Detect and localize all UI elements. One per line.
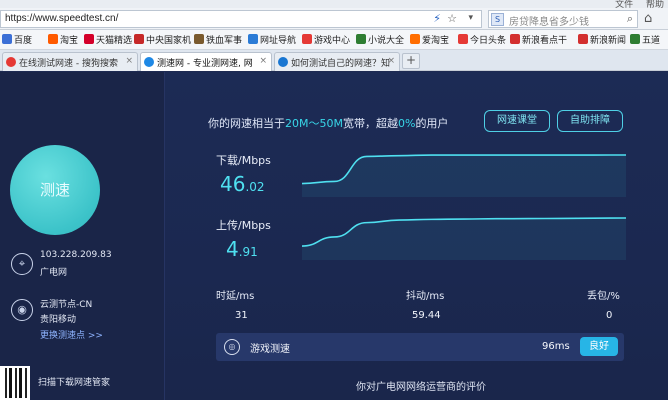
url-text[interactable]: https://www.speedtest.cn/ — [5, 13, 118, 24]
address-bar[interactable]: https://www.speedtest.cn/ ⚡ ☆ ▾ — [0, 10, 482, 28]
bookmark-icon — [410, 34, 420, 44]
speedtest-page: 测速 ⌖ 103.228.209.83 广电网 ◉ 云测节点-CN 贵阳移动 更… — [0, 72, 668, 400]
tab-label: 如何测试自己的网速？知 — [291, 59, 391, 69]
bookmark-item[interactable]: 百度 — [2, 33, 32, 46]
jitter-label: 抖动/ms — [406, 291, 445, 302]
start-test-button[interactable]: 测速 — [10, 145, 100, 235]
game-speed-label: 游戏测速 — [250, 344, 290, 355]
search-input[interactable]: 房贷降息省多少钱 — [509, 13, 589, 28]
tab-bar: 在线测试网速 - 搜狗搜索 × 测速网 - 专业测网速, 网 × 如何测试自己的… — [0, 50, 668, 71]
star-icon[interactable]: ☆ — [447, 12, 457, 25]
download-series-area — [302, 155, 626, 197]
download-label: 下载/Mbps — [216, 154, 271, 167]
bookmark-item[interactable]: 天猫精选 — [84, 33, 132, 46]
search-icon[interactable]: ⌕ — [627, 12, 633, 26]
close-icon[interactable]: × — [387, 56, 395, 66]
home-icon[interactable]: ⌂ — [644, 11, 652, 26]
speed-class-button[interactable]: 网速课堂 — [484, 110, 550, 132]
game-rating-badge[interactable]: 良好 — [580, 337, 618, 356]
upload-label: 上传/Mbps — [216, 219, 271, 232]
bookmark-icon — [84, 34, 94, 44]
bookmark-icon — [458, 34, 468, 44]
bookmark-item[interactable]: 网址导航 — [248, 33, 296, 46]
bookmark-icon — [248, 34, 258, 44]
new-tab-button[interactable]: + — [402, 53, 420, 69]
packet-loss-value: 0 — [606, 310, 613, 321]
tab-zhihu[interactable]: 如何测试自己的网速？知 × — [274, 52, 400, 71]
bookmark-item[interactable]: 铁血军事 — [194, 33, 242, 46]
game-speed-value: 96ms — [542, 341, 570, 352]
sogou-favicon-icon — [6, 57, 16, 67]
tab-sogou-search[interactable]: 在线测试网速 - 搜狗搜索 × — [2, 52, 138, 71]
bookmark-item[interactable]: 小说大全 — [356, 33, 404, 46]
qr-code-image — [0, 366, 30, 400]
result-headline: 你的网速相当于20M～50M宽带，超越0%的用户 — [208, 117, 449, 130]
tab-speedtest[interactable]: 测速网 - 专业测网速, 网 × — [140, 52, 272, 71]
tab-label: 在线测试网速 - 搜狗搜索 — [19, 59, 118, 69]
ip-address: 103.228.209.83 — [40, 250, 112, 260]
browser-menu-strip: 文件 帮助 — [0, 0, 668, 10]
upload-series-area — [302, 218, 626, 260]
upload-chart — [302, 217, 626, 260]
isp-evaluation-text: 你对广电网网络运营商的评价 — [356, 382, 486, 393]
zhihu-favicon-icon — [278, 57, 288, 67]
bookmark-icon — [134, 34, 144, 44]
game-speed-bar[interactable]: ◎ 游戏测速 96ms 良好 — [216, 333, 624, 361]
latency-label: 时延/ms — [216, 291, 255, 302]
bookmarks-bar: 百度 淘宝 天猫精选 中央国家机 铁血军事 网址导航 游戏中心 小说大全 爱淘宝… — [0, 30, 668, 50]
bookmark-icon — [302, 34, 312, 44]
bookmark-icon — [2, 34, 12, 44]
node-title: 云测节点-CN — [40, 300, 93, 310]
bookmark-item[interactable]: 爱淘宝 — [410, 33, 449, 46]
self-troubleshoot-button[interactable]: 自助排障 — [557, 110, 623, 132]
node-name: 贵阳移动 — [40, 315, 77, 325]
bookmark-item[interactable]: 五道 — [630, 33, 660, 46]
sidebar: 测速 ⌖ 103.228.209.83 广电网 ◉ 云测节点-CN 贵阳移动 更… — [0, 72, 165, 400]
isp-name: 广电网 — [40, 268, 68, 278]
bookmark-icon — [356, 34, 366, 44]
bookmark-item[interactable]: 今日头条 — [458, 33, 506, 46]
close-icon[interactable]: × — [259, 56, 267, 66]
bookmark-item[interactable]: 游戏中心 — [302, 33, 350, 46]
tab-label: 测速网 - 专业测网速, 网 — [157, 59, 253, 69]
search-engine-icon[interactable]: S — [491, 13, 504, 26]
bookmark-item[interactable]: 中央国家机 — [134, 33, 191, 46]
change-node-link[interactable]: 更换测速点 >> — [40, 328, 103, 341]
close-icon[interactable]: × — [125, 56, 133, 66]
result-panel: 你的网速相当于20M～50M宽带，超越0%的用户 网速课堂 自助排障 下载/Mb… — [166, 72, 668, 400]
bookmark-icon — [630, 34, 640, 44]
chevron-down-icon[interactable]: ▾ — [468, 13, 473, 23]
address-bar-row: https://www.speedtest.cn/ ⚡ ☆ ▾ S 房贷降息省多… — [0, 8, 668, 30]
bookmark-item[interactable]: 新浪新闻 — [578, 33, 626, 46]
bookmark-icon — [194, 34, 204, 44]
bookmark-item[interactable]: 淘宝 — [48, 33, 78, 46]
jitter-value: 59.44 — [412, 310, 441, 321]
bookmark-icon — [48, 34, 58, 44]
bookmark-icon — [510, 34, 520, 44]
packet-loss-label: 丢包/% — [587, 291, 620, 302]
upload-value: 4.91 — [226, 237, 258, 261]
bookmark-icon — [578, 34, 588, 44]
search-box[interactable]: S 房贷降息省多少钱 ⌕ — [488, 10, 638, 28]
server-node-icon: ◉ — [11, 299, 33, 321]
download-chart — [302, 154, 626, 197]
lightning-icon[interactable]: ⚡ — [433, 12, 441, 25]
speedtest-favicon-icon — [144, 57, 154, 67]
download-value: 46.02 — [220, 172, 265, 196]
latency-value: 31 — [235, 310, 248, 321]
location-pin-icon: ⌖ — [11, 253, 33, 275]
gamepad-icon: ◎ — [224, 339, 240, 355]
bookmark-item[interactable]: 新浪看点干 — [510, 33, 567, 46]
download-app-text: 扫描下载网速管家 — [38, 378, 111, 388]
